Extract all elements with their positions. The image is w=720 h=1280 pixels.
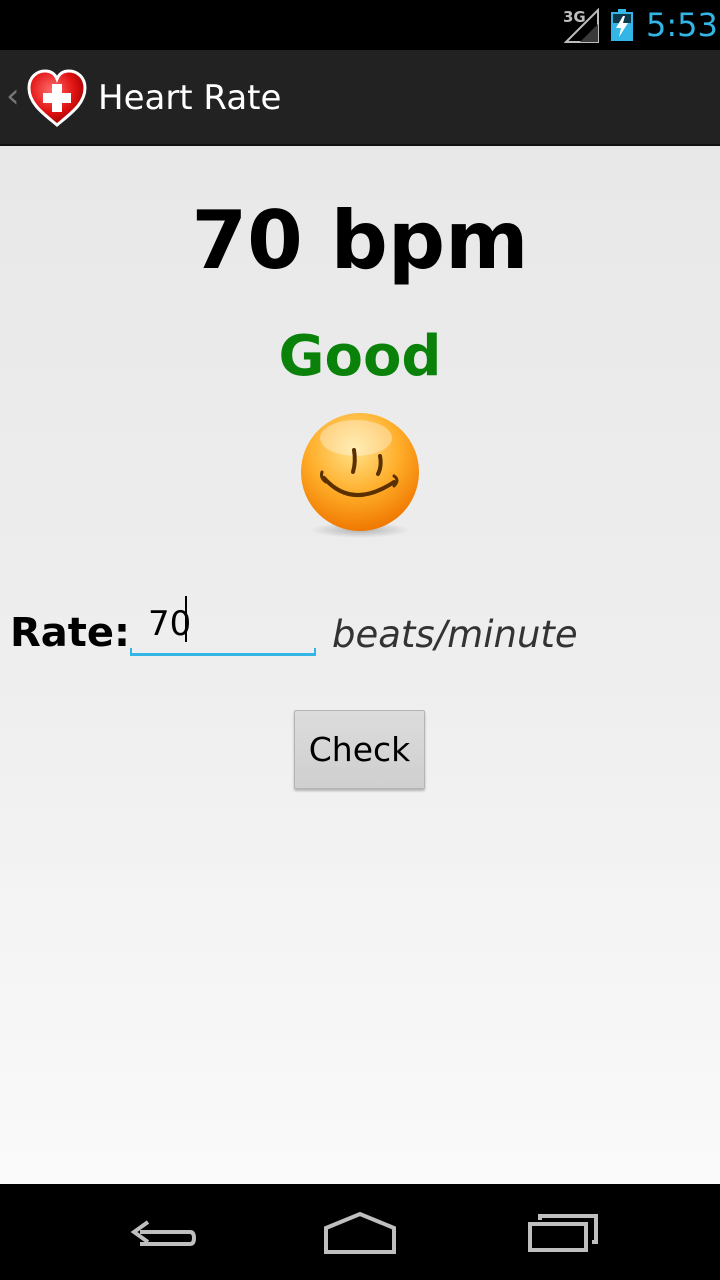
rate-input[interactable] [130, 594, 316, 654]
status-bar: 3G 5:53 [0, 0, 720, 50]
recents-icon[interactable] [522, 1202, 602, 1262]
heart-rate-status: Good [278, 324, 442, 389]
home-icon[interactable] [320, 1202, 400, 1262]
rate-label: Rate: [10, 610, 131, 656]
check-button[interactable]: Check [294, 710, 425, 789]
navigation-bar [0, 1184, 720, 1280]
signal-icon [563, 8, 599, 43]
heart-cross-icon[interactable] [26, 68, 88, 128]
units-label: beats/minute [332, 613, 578, 656]
smiley-icon [301, 413, 419, 538]
page-title: Heart Rate [98, 78, 282, 118]
bpm-display: 70 bpm [191, 194, 529, 287]
input-underline [130, 648, 316, 656]
action-bar: ‹ Heart Rate [0, 50, 720, 146]
clock: 5:53 [646, 6, 718, 44]
main-content: 70 bpm Good Rate: beats/minute Check [0, 146, 720, 1184]
up-navigation-icon[interactable]: ‹ [6, 76, 20, 116]
battery-charging-icon [611, 9, 633, 41]
text-cursor [185, 596, 187, 642]
back-icon[interactable] [120, 1202, 200, 1262]
